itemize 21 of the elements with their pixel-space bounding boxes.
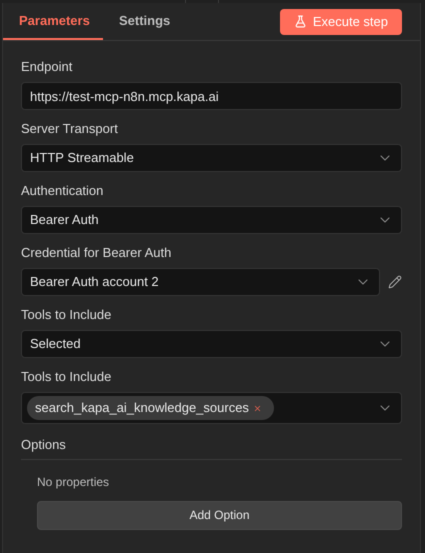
- section-title: Options: [21, 435, 402, 460]
- empty-text: No properties: [37, 474, 110, 490]
- tag-chip: search_kapa_ai_knowledge_sources: [27, 396, 274, 420]
- endpoint-field[interactable]: https://test-mcp-n8n.mcp.kapa.ai: [21, 82, 402, 110]
- tab[interactable]: Parameters: [3, 3, 103, 40]
- add-option-button[interactable]: Add Option: [37, 500, 402, 530]
- field-label: Endpoint: [21, 59, 74, 75]
- field-label: Tools to Include: [21, 369, 112, 385]
- select-field[interactable]: HTTP Streamable: [21, 144, 402, 172]
- edit-icon[interactable]: [388, 275, 402, 289]
- field-label: Authentication: [21, 183, 104, 199]
- select-field[interactable]: Selected: [21, 330, 402, 358]
- select-field[interactable]: Bearer Auth: [21, 206, 402, 234]
- tab[interactable]: Settings: [103, 3, 186, 40]
- select-field[interactable]: Bearer Auth account 2: [21, 268, 380, 296]
- field-label: Credential for Bearer Auth: [21, 245, 172, 261]
- remove-icon[interactable]: [252, 404, 262, 412]
- flask-icon: [294, 15, 307, 28]
- multiselect-field[interactable]: search_kapa_ai_knowledge_sources: [21, 392, 402, 424]
- field-label: Server Transport: [21, 121, 119, 137]
- field-label: Tools to Include: [21, 307, 112, 323]
